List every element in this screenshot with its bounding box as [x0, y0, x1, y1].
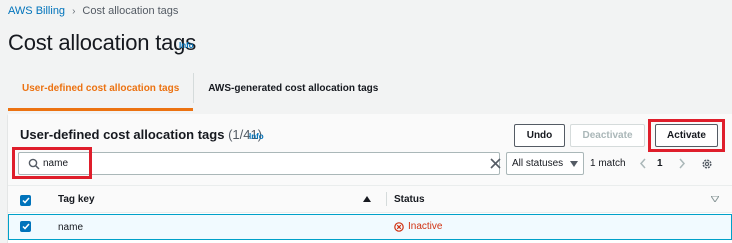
- row-checkbox[interactable]: [20, 221, 31, 232]
- tabs: User-defined cost allocation tags AWS-ge…: [8, 73, 724, 111]
- sort-descending-icon[interactable]: [711, 196, 719, 202]
- status-filter-value: All statuses: [512, 158, 564, 169]
- status-badge: Inactive: [394, 221, 442, 232]
- row-tag-key: name: [58, 222, 84, 233]
- deactivate-button[interactable]: Deactivate: [570, 124, 645, 147]
- search-icon: [28, 158, 40, 170]
- search-input[interactable]: [43, 156, 463, 171]
- column-divider[interactable]: [386, 192, 387, 206]
- status-negative-icon: [394, 221, 404, 232]
- breadcrumb-current: Cost allocation tags: [82, 5, 179, 17]
- select-all-checkbox[interactable]: [20, 195, 31, 206]
- page-info-link[interactable]: Info: [179, 41, 194, 50]
- check-icon: [21, 223, 30, 230]
- check-icon: [21, 197, 30, 204]
- activate-button[interactable]: Activate: [655, 124, 718, 147]
- column-header-status[interactable]: Status: [394, 194, 425, 205]
- sort-ascending-icon[interactable]: [363, 196, 371, 202]
- gear-icon[interactable]: [701, 158, 713, 170]
- panel-title-text: User-defined cost allocation tags: [20, 127, 225, 142]
- page-title: Cost allocation tags: [8, 30, 196, 55]
- chevron-right-icon: ›: [72, 5, 76, 17]
- breadcrumb-aws-billing-link[interactable]: AWS Billing: [8, 5, 65, 17]
- tags-table-panel: User-defined cost allocation tags (1/41)…: [8, 114, 732, 243]
- panel-title: User-defined cost allocation tags (1/41): [20, 127, 262, 142]
- chevron-left-icon[interactable]: [639, 158, 647, 169]
- panel-info-link[interactable]: Info: [249, 132, 264, 141]
- undo-button[interactable]: Undo: [514, 124, 565, 147]
- caret-down-icon: [570, 161, 578, 167]
- chevron-right-icon[interactable]: [678, 158, 686, 169]
- status-filter-select[interactable]: All statuses: [506, 152, 584, 175]
- column-header-tag-key[interactable]: Tag key: [58, 194, 95, 205]
- page-number[interactable]: 1: [657, 158, 663, 169]
- search-field[interactable]: [18, 152, 502, 175]
- tab-user-defined[interactable]: User-defined cost allocation tags: [8, 73, 194, 111]
- status-text: Inactive: [408, 221, 443, 232]
- tab-aws-generated[interactable]: AWS-generated cost allocation tags: [193, 73, 392, 103]
- clear-icon[interactable]: [489, 157, 502, 170]
- match-count: 1 match: [590, 158, 626, 169]
- table-row[interactable]: [8, 214, 732, 240]
- breadcrumb: AWS Billing › Cost allocation tags: [8, 4, 178, 18]
